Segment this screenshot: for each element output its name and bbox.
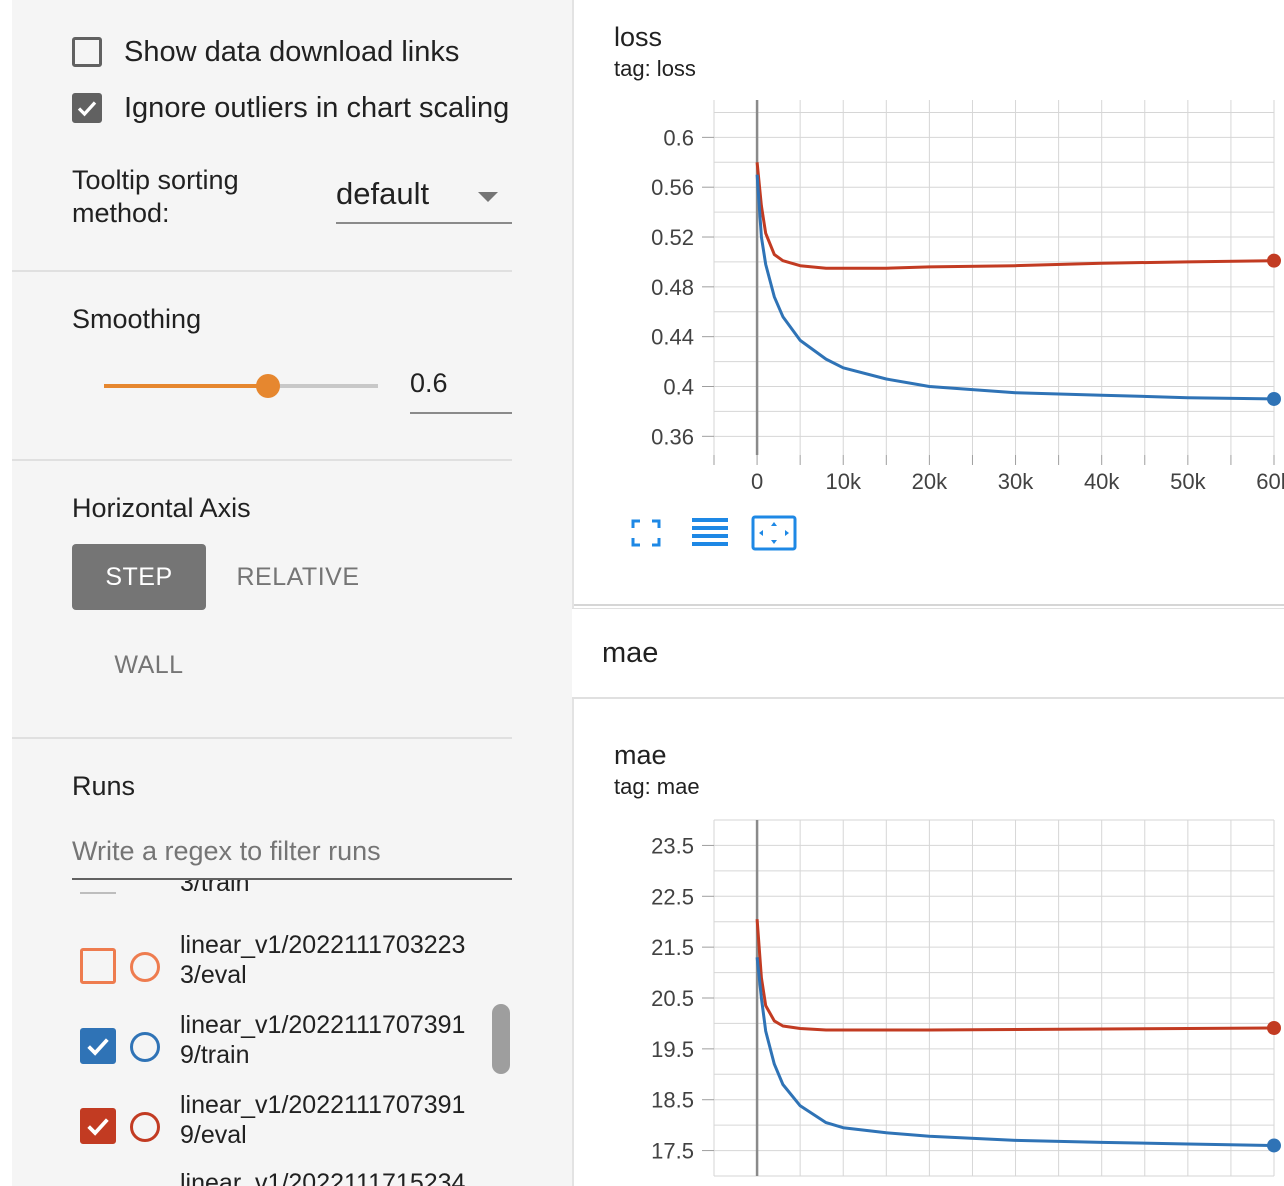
run-item[interactable]: linear_v1/2022111707391 9/eval [72,1090,502,1162]
tooltip-sorting-select[interactable]: default [336,170,512,224]
show-download-links-option[interactable]: Show data download links [72,34,459,70]
y-tick-label: 0.36 [651,424,694,449]
x-tick-label: 50k [1170,469,1206,494]
series-end-marker [1267,391,1281,406]
y-tick-label: 20.5 [651,986,694,1011]
y-tick-label: 0.52 [651,225,694,250]
x-tick-label: 30k [998,469,1034,494]
run-item[interactable]: 3/train [72,880,502,934]
run-name: linear_v1/2022111703223 3/eval [180,931,466,989]
y-tick-label: 0.6 [663,125,694,150]
ignore-outliers-label: Ignore outliers in chart scaling [124,91,510,124]
smoothing-heading: Smoothing [72,304,202,334]
smoothing-input[interactable]: 0.6 [410,360,512,414]
x-tick-label: 0 [751,469,763,494]
run-name: linear_v1/2022111715234 [180,1169,466,1186]
y-tick-label: 0.44 [651,325,694,350]
run-color-circle [130,1032,160,1062]
run-checkbox[interactable] [80,1108,116,1144]
y-tick-label: 23.5 [651,833,694,858]
fullscreen-icon[interactable] [624,514,668,552]
ignore-outliers-option[interactable]: Ignore outliers in chart scaling [72,90,512,126]
smoothing-slider-track[interactable] [104,384,378,388]
loss-card-tag: tag: loss [614,56,696,81]
section-divider [12,737,512,739]
mae-chart[interactable]: 17.5 18.5 19.5 20.5 21.5 22.5 23.5 [574,808,1284,1186]
tooltip-sorting-value: default [336,176,430,211]
card-divider [574,604,1284,606]
smoothing-slider-thumb[interactable] [256,374,281,398]
run-checkbox[interactable] [80,948,116,984]
x-tick-label: 40k [1084,469,1120,494]
y-tick-label: 21.5 [651,935,694,960]
y-tick-label: 0.48 [651,275,694,300]
run-color-circle [130,1112,160,1142]
runs-scrollbar[interactable] [492,1004,510,1074]
run-checkbox[interactable] [80,1028,116,1064]
runs-list: 3/train linear_v1/2022111703223 3/eval l… [72,880,512,1186]
check-icon [87,1038,109,1056]
chevron-down-icon [478,192,498,202]
axis-wall-button[interactable]: WALL [82,632,216,698]
runs-filter-input[interactable] [72,828,512,874]
run-color-swatch [80,892,116,894]
section-divider [12,270,512,272]
run-name: linear_v1/2022111707391 9/eval [180,1091,466,1149]
run-item[interactable]: linear_v1/2022111707391 9/train [72,1010,502,1082]
run-item[interactable]: linear_v1/2022111703223 3/eval [72,930,502,1002]
run-name: 3/train [180,880,250,897]
runs-filter-field[interactable] [72,828,512,880]
x-tick-label: 60k [1256,469,1284,494]
mae-card-tag: tag: mae [614,774,700,799]
section-divider [12,459,512,461]
y-tick-label: 19.5 [651,1037,694,1062]
mae-card-title: mae [614,740,667,770]
smoothing-slider-fill [104,384,269,388]
series-end-marker [1267,1021,1281,1036]
ignore-outliers-checkbox[interactable] [72,93,102,123]
series-end-marker [1267,1138,1281,1153]
y-tick-label: 22.5 [651,884,694,909]
loss-chart[interactable]: 0.36 0.4 0.44 0.48 0.52 0.56 0.6 0 10k 20k 30k 40k 5… [574,90,1284,510]
horizontal-axis-heading: Horizontal Axis [72,493,251,523]
mae-group-header[interactable]: mae [572,608,1284,699]
smoothing-value: 0.6 [410,368,448,398]
y-tick-label: 17.5 [651,1139,694,1164]
run-item[interactable]: linear_v1/2022111715234 [72,1168,502,1186]
y-tick-label: 18.5 [651,1088,694,1113]
series-end-marker [1267,253,1281,268]
check-icon [77,101,97,117]
show-download-links-checkbox[interactable] [72,37,102,67]
legend-toggle-icon[interactable] [688,514,732,552]
show-download-links-label: Show data download links [124,35,460,68]
loss-card-title: loss [614,22,663,52]
check-icon [87,1118,109,1136]
settings-sidebar: Show data download links Ignore outliers… [12,0,572,1186]
run-name: linear_v1/2022111707391 9/train [180,1011,466,1069]
mae-group-label: mae [602,637,659,669]
run-color-circle [130,952,160,982]
fit-domain-icon[interactable] [750,514,798,552]
tooltip-sorting-label: Tooltip sorting method: [72,165,239,228]
axis-relative-button[interactable]: RELATIVE [224,544,372,610]
x-tick-label: 10k [825,469,861,494]
x-tick-label: 20k [912,469,948,494]
axis-step-button[interactable]: STEP [72,544,206,610]
runs-heading: Runs [72,771,136,801]
y-tick-label: 0.56 [651,175,694,200]
y-tick-label: 0.4 [663,374,694,399]
